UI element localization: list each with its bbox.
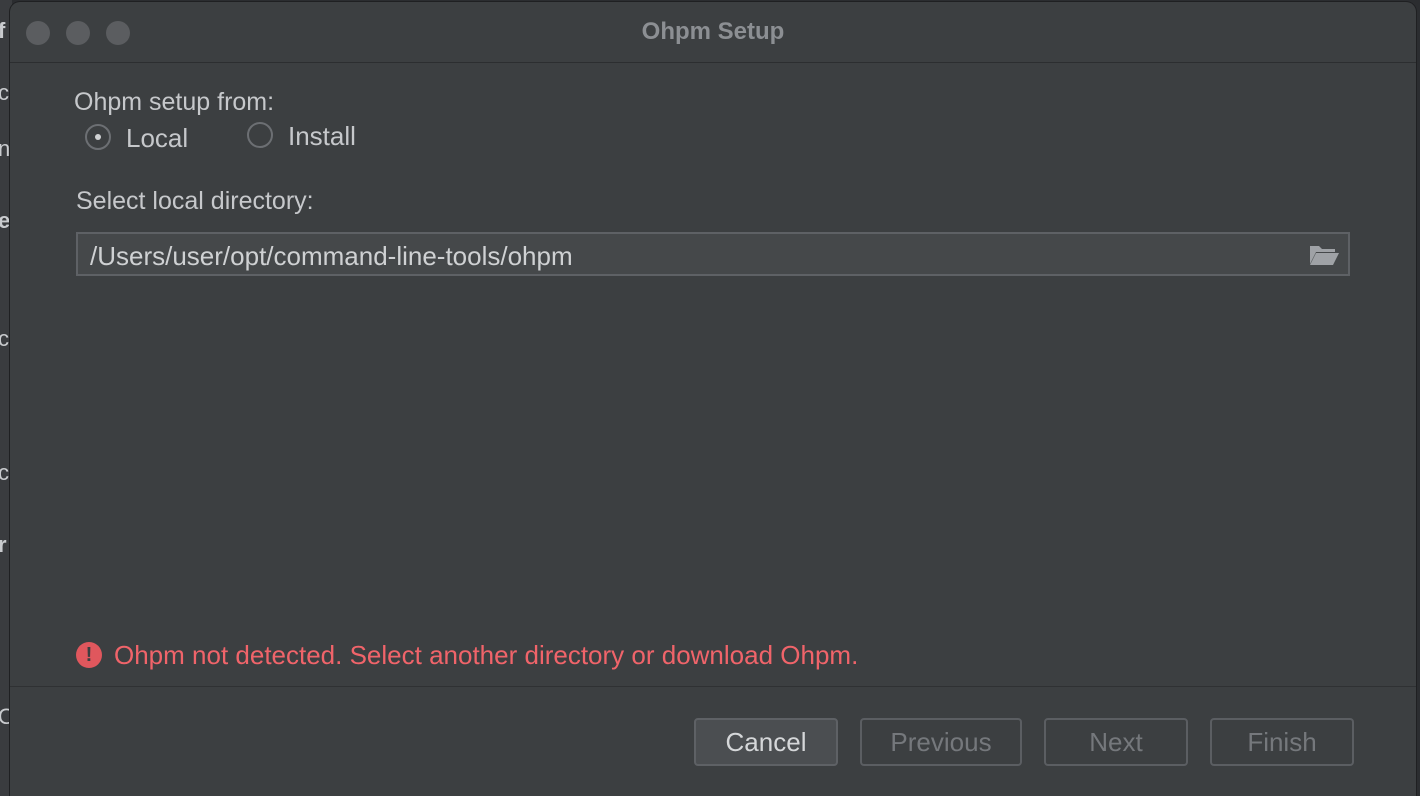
window-title: Ohpm Setup	[641, 18, 785, 45]
background-text: r	[0, 532, 7, 557]
folder-open-icon[interactable]	[1308, 242, 1340, 268]
local-directory-label: Select local directory:	[76, 187, 314, 215]
install-radio[interactable]	[247, 122, 273, 148]
setup-from-label: Ohpm setup from:	[74, 88, 275, 116]
background-text: e	[0, 208, 11, 233]
background-text: c	[0, 460, 9, 485]
finish-button[interactable]: Finish	[1210, 718, 1354, 766]
directory-path-field[interactable]: /Users/user/opt/command-line-tools/ohpm	[76, 232, 1350, 276]
local-radio[interactable]	[85, 124, 111, 150]
error-message: Ohpm not detected. Select another direct…	[114, 640, 859, 670]
background-text: c	[0, 326, 9, 351]
cancel-button[interactable]: Cancel	[694, 718, 838, 766]
install-radio-label[interactable]: Install	[288, 121, 356, 152]
ohpm-setup-dialog: Ohpm Setup Ohpm setup from: Local Instal…	[10, 2, 1416, 796]
background-window-edge	[1416, 0, 1420, 796]
background-text: f	[0, 18, 6, 43]
error-icon: !	[76, 642, 102, 668]
local-radio-label[interactable]: Local	[126, 123, 188, 154]
background-text: c	[0, 80, 9, 105]
background-text: n	[0, 136, 11, 161]
next-button[interactable]: Next	[1044, 718, 1188, 766]
title-bar: Ohpm Setup	[10, 2, 1416, 63]
directory-path-value[interactable]: /Users/user/opt/command-line-tools/ohpm	[90, 241, 573, 272]
previous-button[interactable]: Previous	[860, 718, 1022, 766]
